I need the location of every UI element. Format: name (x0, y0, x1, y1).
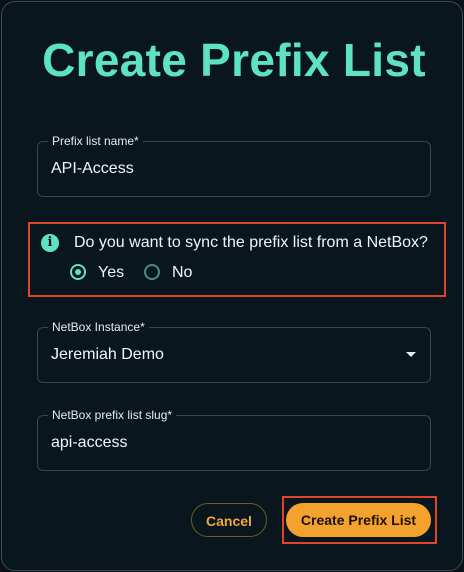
info-icon: i (41, 234, 59, 252)
radio-yes-label[interactable]: Yes (98, 263, 124, 283)
sync-netbox-question-group: i Do you want to sync the prefix list fr… (28, 222, 446, 297)
radio-no-label[interactable]: No (172, 263, 192, 283)
cancel-button[interactable]: Cancel (191, 503, 267, 537)
create-prefix-list-button[interactable]: Create Prefix List (286, 503, 431, 537)
netbox-slug-label: NetBox prefix list slug* (48, 408, 177, 423)
radio-no-circle[interactable] (144, 264, 160, 280)
prefix-list-name-label: Prefix list name* (48, 134, 143, 149)
chevron-down-icon[interactable] (406, 352, 416, 357)
netbox-instance-select[interactable]: NetBox Instance* Jeremiah Demo (37, 320, 431, 383)
prefix-list-name-value[interactable]: API-Access (51, 159, 134, 179)
netbox-instance-value[interactable]: Jeremiah Demo (51, 345, 164, 365)
dialog-title: Create Prefix List (42, 34, 426, 86)
radio-yes-circle[interactable] (70, 264, 86, 280)
netbox-slug-field[interactable]: NetBox prefix list slug* api-access (37, 408, 431, 471)
create-prefix-list-dialog: Create Prefix List Prefix list name* API… (1, 1, 463, 571)
sync-question-text: Do you want to sync the prefix list from… (74, 234, 428, 251)
netbox-instance-label: NetBox Instance* (48, 320, 149, 335)
prefix-list-name-field[interactable]: Prefix list name* API-Access (37, 134, 431, 197)
netbox-slug-value[interactable]: api-access (51, 433, 127, 453)
